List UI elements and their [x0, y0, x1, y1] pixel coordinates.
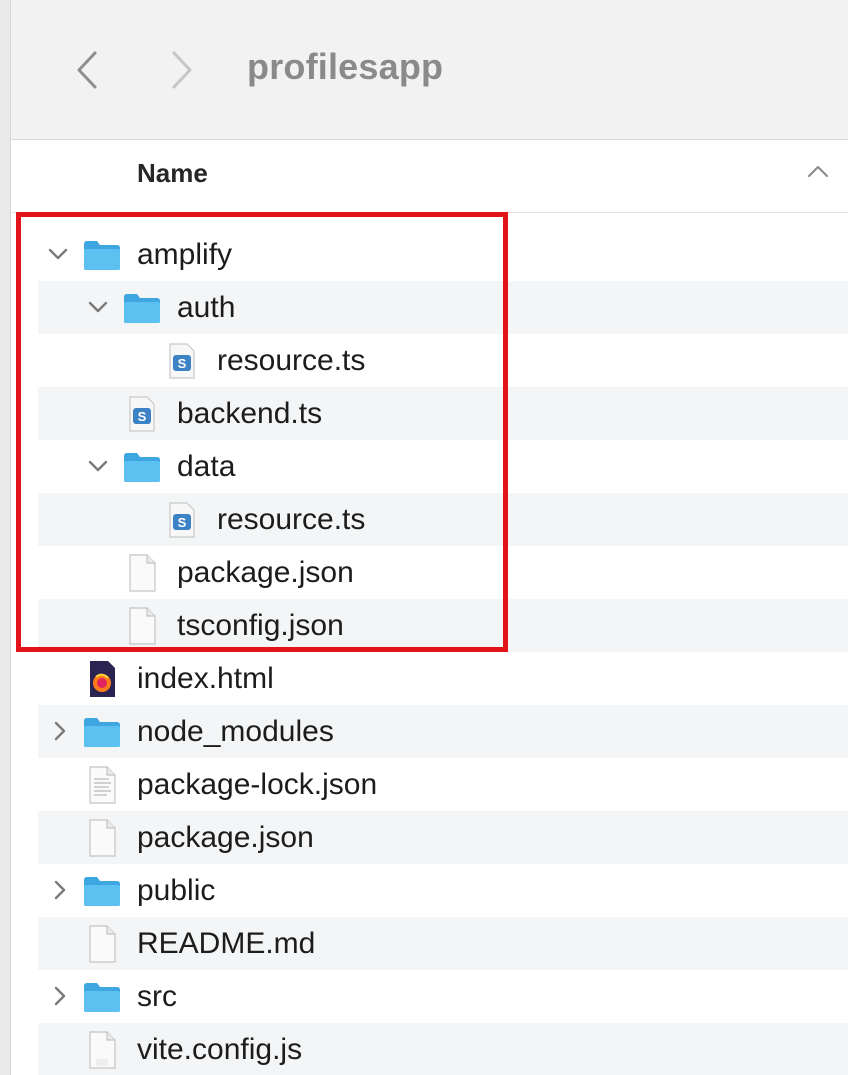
folder-icon	[82, 236, 122, 274]
item-label: index.html	[137, 662, 274, 695]
list-item-index-html[interactable]: index.html	[38, 652, 848, 705]
disclosure-toggle[interactable]	[84, 452, 112, 480]
list-item-backend-ts[interactable]: S backend.ts	[38, 387, 848, 440]
item-label: package.json	[137, 821, 314, 854]
list-item-resource-ts[interactable]: S resource.ts	[38, 493, 848, 546]
list-item-node-modules[interactable]: node_modules	[38, 705, 848, 758]
svg-text:S: S	[138, 409, 147, 424]
disclosure-toggle[interactable]	[46, 876, 74, 904]
folder-icon	[82, 978, 122, 1016]
back-button[interactable]	[67, 48, 107, 92]
svg-text:S: S	[178, 356, 187, 371]
list-item-src[interactable]: src	[38, 970, 848, 1023]
window-title: profilesapp	[247, 46, 444, 87]
item-label: tsconfig.json	[177, 609, 344, 642]
disclosure-toggle[interactable]	[46, 982, 74, 1010]
list-item-tsconfig-json[interactable]: tsconfig.json	[38, 599, 848, 652]
disclosure-toggle[interactable]	[46, 717, 74, 745]
list-item-data[interactable]: data	[38, 440, 848, 493]
chevron-up-icon	[808, 166, 828, 177]
item-label: vite.config.js	[137, 1033, 303, 1066]
html-file-icon	[82, 660, 122, 698]
item-label: public	[137, 874, 216, 907]
item-label: amplify	[137, 238, 233, 271]
sort-toggle[interactable]	[807, 164, 829, 183]
item-label: node_modules	[137, 715, 334, 748]
chevron-down-icon	[88, 460, 108, 472]
folder-icon	[122, 448, 162, 486]
js-file-icon	[82, 1031, 122, 1069]
list-item-vite-config-js[interactable]: vite.config.js	[38, 1023, 848, 1075]
chevron-down-icon	[48, 248, 68, 260]
list-item-auth[interactable]: auth	[38, 281, 848, 334]
list-item-amplify[interactable]: amplify	[38, 228, 848, 281]
finder-window: profilesapp Name amplify auth S resource…	[0, 0, 848, 1075]
name-column-header[interactable]: Name	[137, 158, 208, 189]
forward-button[interactable]	[162, 48, 202, 92]
document-icon	[82, 925, 122, 963]
svg-text:S: S	[178, 515, 187, 530]
item-label: src	[137, 980, 177, 1013]
chevron-down-icon	[88, 301, 108, 313]
item-label: auth	[177, 291, 236, 324]
item-label: backend.ts	[177, 397, 323, 430]
folder-icon	[82, 713, 122, 751]
folder-icon	[82, 872, 122, 910]
list-item-readme-md[interactable]: README.md	[38, 917, 848, 970]
document-icon	[122, 607, 162, 645]
chevron-right-icon	[172, 51, 192, 89]
item-label: package.json	[177, 556, 354, 589]
list-item-public[interactable]: public	[38, 864, 848, 917]
chevron-left-icon	[77, 51, 97, 89]
list-item-package-json[interactable]: package.json	[38, 546, 848, 599]
typescript-file-icon: S	[162, 342, 202, 380]
chevron-right-icon	[54, 721, 66, 741]
toolbar: profilesapp	[11, 0, 848, 140]
document-icon	[82, 819, 122, 857]
typescript-file-icon: S	[162, 501, 202, 539]
document-icon	[122, 554, 162, 592]
folder-icon	[122, 289, 162, 327]
disclosure-toggle[interactable]	[84, 293, 112, 321]
chevron-right-icon	[54, 986, 66, 1006]
list-header[interactable]: Name	[11, 140, 848, 213]
disclosure-toggle[interactable]	[44, 240, 72, 268]
item-label: README.md	[137, 927, 316, 960]
list-item-resource-ts[interactable]: S resource.ts	[38, 334, 848, 387]
item-label: resource.ts	[217, 344, 366, 377]
chevron-right-icon	[54, 880, 66, 900]
list-item-package-lock-json[interactable]: package-lock.json	[38, 758, 848, 811]
list-item-package-json[interactable]: package.json	[38, 811, 848, 864]
item-label: package-lock.json	[137, 768, 378, 801]
sidebar-edge	[0, 0, 11, 1075]
text-document-icon	[82, 766, 122, 804]
item-label: data	[177, 450, 236, 483]
typescript-file-icon: S	[122, 395, 162, 433]
item-label: resource.ts	[217, 503, 366, 536]
